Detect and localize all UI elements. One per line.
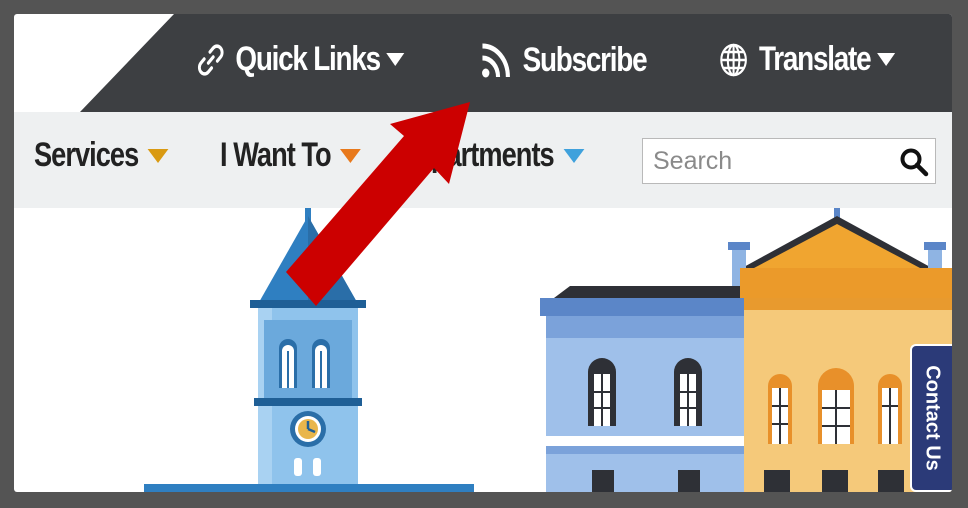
clock-tower	[144, 208, 474, 492]
nav-item-label: Services	[34, 136, 139, 174]
subscribe-link[interactable]: Subscribe	[480, 40, 648, 80]
blue-building	[540, 286, 754, 492]
search-icon	[900, 148, 929, 177]
quick-links-menu[interactable]: Quick Links	[196, 40, 405, 79]
contact-us-label: Contact Us	[921, 365, 944, 471]
link-icon	[196, 42, 226, 78]
contact-us-tab[interactable]: Contact Us	[910, 344, 952, 492]
chevron-down-icon	[340, 148, 362, 163]
search-box	[642, 138, 936, 184]
nav-item-label: Departments	[398, 136, 555, 174]
nav-item-services[interactable]: Services	[34, 136, 169, 175]
nav-item-i-want-to[interactable]: I Want To	[220, 136, 362, 175]
search-button[interactable]	[899, 147, 929, 177]
main-nav-bar: Services I Want To Departments	[14, 112, 952, 208]
browser-viewport: Quick Links Subscribe Translate Services…	[14, 14, 952, 492]
town-illustration	[144, 208, 952, 492]
nav-item-departments[interactable]: Departments	[398, 136, 585, 175]
chevron-down-icon	[147, 148, 169, 163]
translate-label: Translate	[759, 40, 872, 78]
translate-menu[interactable]: Translate	[718, 40, 895, 79]
utility-bar: Quick Links Subscribe Translate	[14, 14, 952, 112]
quick-links-label: Quick Links	[235, 40, 381, 78]
translate-caret-icon	[876, 53, 895, 66]
subscribe-label: Subscribe	[522, 40, 648, 79]
quick-links-caret-icon	[386, 53, 405, 66]
rss-icon	[480, 40, 513, 80]
nav-item-label: I Want To	[220, 136, 332, 174]
search-input[interactable]	[643, 139, 893, 183]
chevron-down-icon	[563, 148, 585, 163]
globe-icon	[718, 41, 749, 79]
